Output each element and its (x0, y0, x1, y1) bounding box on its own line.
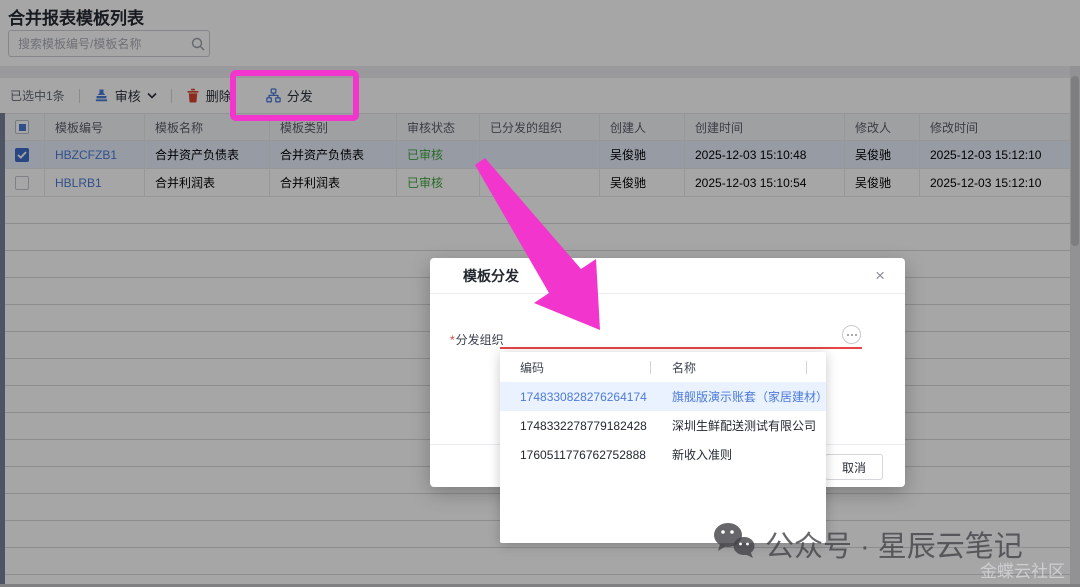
app-window: 合并报表模板列表 已选中1条 审核 (0, 0, 1080, 587)
org-option[interactable]: 1748332278779182428 深圳生鲜配送测试有限公司 (500, 411, 826, 440)
org-code: 1748332278779182428 (500, 419, 672, 433)
org-name: 新收入准则 (672, 446, 826, 463)
distribute-org-label: *分发组织 (450, 331, 504, 348)
org-code: 1760511776762752888 (500, 448, 672, 462)
required-asterisk: * (450, 333, 455, 347)
close-icon[interactable]: × (875, 267, 885, 284)
org-dropdown-panel: 编码 名称 1748330828276264174 旗舰版演示账套（家居建材） … (500, 352, 826, 543)
modal-title: 模板分发 (463, 266, 875, 286)
org-option[interactable]: 1760511776762752888 新收入准则 (500, 440, 826, 469)
cancel-button[interactable]: 取消 (825, 454, 883, 480)
column-divider (806, 361, 807, 374)
dropdown-name-header: 名称 (672, 359, 826, 376)
distribute-org-input[interactable] (500, 320, 862, 349)
column-divider (650, 361, 651, 374)
org-name: 深圳生鲜配送测试有限公司 (672, 417, 826, 434)
org-name: 旗舰版演示账套（家居建材） (672, 388, 826, 405)
dropdown-code-header: 编码 (500, 359, 672, 376)
ellipsis-picker-icon[interactable] (842, 325, 861, 344)
org-code: 1748330828276264174 (500, 390, 672, 404)
modal-header: 模板分发 × (430, 258, 905, 294)
org-option[interactable]: 1748330828276264174 旗舰版演示账套（家居建材） (500, 382, 826, 411)
dropdown-header-row: 编码 名称 (500, 352, 826, 382)
